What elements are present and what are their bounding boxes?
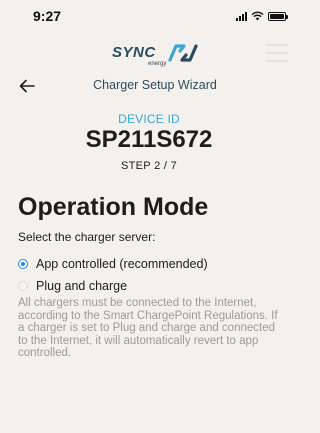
status-bar: 9:27 — [0, 0, 298, 30]
signal-icon — [236, 11, 247, 21]
radio-label: Plug and charge — [36, 279, 128, 293]
logo-row: SYNC energy — [0, 34, 298, 70]
status-icons — [236, 10, 288, 22]
radio-option-app-controlled[interactable]: App controlled (recommended) — [18, 257, 208, 271]
radio-button-unselected[interactable] — [18, 281, 28, 291]
battery-icon — [268, 11, 288, 21]
section-subtitle: Select the charger server: — [18, 230, 156, 244]
step-indicator: STEP 2 / 7 — [121, 160, 177, 172]
radio-label: App controlled (recommended) — [36, 257, 208, 271]
header-title: Charger Setup Wizard — [93, 78, 217, 92]
radio-button-selected[interactable] — [18, 259, 28, 269]
info-text: All chargers must be connected to the In… — [18, 297, 278, 359]
status-time: 9:27 — [33, 8, 62, 24]
sync-energy-logo: SYNC energy — [112, 44, 198, 67]
wifi-icon — [251, 11, 264, 21]
logo-mark — [168, 44, 198, 62]
section-title: Operation Mode — [18, 193, 209, 221]
radio-option-plug-and-charge[interactable]: Plug and charge — [18, 279, 127, 293]
logo-wordmark: SYNC — [112, 44, 156, 61]
header: Charger Setup Wizard — [0, 74, 298, 98]
menu-icon[interactable] — [266, 44, 288, 62]
logo-subtext: energy — [148, 61, 166, 67]
device-id: SP211S672 — [85, 126, 213, 153]
device-id-label: DEVICE ID — [118, 112, 180, 126]
